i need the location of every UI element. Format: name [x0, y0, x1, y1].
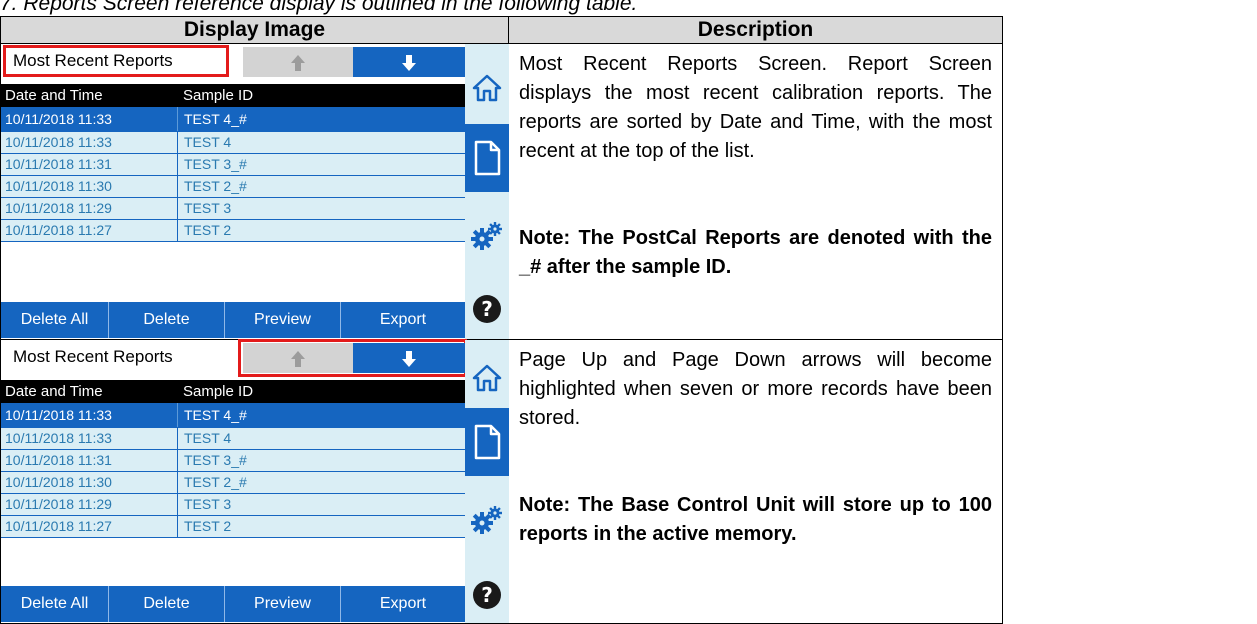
table-row[interactable]: 10/11/2018 11:31 TEST 3_#	[1, 450, 465, 472]
reports-reference-table: Display Image Description Most Recent Re…	[0, 16, 1003, 624]
intro-text: 7. Reports Screen reference display is o…	[0, 0, 638, 15]
table-row[interactable]: 10/11/2018 11:33 TEST 4	[1, 132, 465, 154]
preview-button[interactable]: Preview	[225, 302, 341, 338]
device-screen: Most Recent Reports Date and Time Sample…	[1, 339, 509, 623]
table-row[interactable]: 10/11/2018 11:27 TEST 2	[1, 220, 465, 242]
home-icon	[472, 74, 502, 102]
help-button[interactable]: ?	[465, 570, 509, 620]
action-bar: Delete All Delete Preview Export	[1, 302, 465, 338]
device-screen: Most Recent Reports Date and Time Sample…	[1, 44, 509, 339]
page-down-button[interactable]	[353, 47, 465, 77]
list-header: Date and Time Sample ID	[1, 84, 465, 107]
display-image-cell: Most Recent Reports Date and Time Sample…	[0, 339, 509, 624]
column-date: Date and Time	[5, 87, 103, 104]
help-icon: ?	[473, 295, 501, 323]
description-cell: Page Up and Page Down arrows will become…	[508, 339, 1003, 624]
description-cell: Most Recent Reports Screen. Report Scree…	[508, 43, 1003, 340]
preview-button[interactable]: Preview	[225, 586, 341, 622]
table-row[interactable]: 10/11/2018 11:29 TEST 3	[1, 198, 465, 220]
column-sample-id: Sample ID	[183, 87, 254, 104]
reports-button[interactable]	[465, 408, 509, 476]
description-text: Page Up and Page Down arrows will become…	[519, 349, 992, 429]
table-header-row: Display Image Description	[0, 16, 1003, 44]
table-row[interactable]: 10/11/2018 11:30 TEST 2_#	[1, 176, 465, 198]
document-icon	[474, 424, 501, 460]
column-date: Date and Time	[5, 383, 103, 400]
table-row: Most Recent Reports Date and Time Sample…	[0, 43, 1003, 340]
svg-text:?: ?	[481, 583, 493, 607]
note-text: Note: The Base Control Unit will store u…	[519, 494, 992, 545]
screen-header: Most Recent Reports	[1, 44, 465, 77]
reports-list: Date and Time Sample ID 10/11/2018 11:33…	[1, 380, 465, 538]
gears-icon	[471, 222, 502, 250]
page-up-button[interactable]	[243, 47, 353, 77]
export-button[interactable]: Export	[341, 586, 465, 622]
delete-all-button[interactable]: Delete All	[1, 302, 109, 338]
document-icon	[474, 140, 501, 176]
export-button[interactable]: Export	[341, 302, 465, 338]
screen-header: Most Recent Reports	[1, 339, 467, 377]
table-row[interactable]: 10/11/2018 11:27 TEST 2	[1, 516, 465, 538]
delete-button[interactable]: Delete	[109, 302, 225, 338]
arrow-up-icon	[291, 351, 305, 368]
delete-button[interactable]: Delete	[109, 586, 225, 622]
home-button[interactable]	[465, 346, 509, 410]
action-bar: Delete All Delete Preview Export	[1, 586, 465, 622]
delete-all-button[interactable]: Delete All	[1, 586, 109, 622]
table-row[interactable]: 10/11/2018 11:33 TEST 4_#	[1, 403, 465, 428]
home-button[interactable]	[465, 56, 509, 120]
home-icon	[472, 364, 502, 392]
header-display-image: Display Image	[0, 16, 509, 44]
reports-list: Date and Time Sample ID 10/11/2018 11:33…	[1, 84, 465, 242]
settings-button[interactable]	[465, 488, 509, 552]
screen-title: Most Recent Reports	[3, 45, 229, 77]
column-sample-id: Sample ID	[183, 383, 254, 400]
side-nav: ?	[465, 44, 509, 339]
help-icon: ?	[473, 581, 501, 609]
help-button[interactable]: ?	[465, 284, 509, 334]
table-row[interactable]: 10/11/2018 11:33 TEST 4	[1, 428, 465, 450]
display-image-cell: Most Recent Reports Date and Time Sample…	[0, 43, 509, 340]
reports-button[interactable]	[465, 124, 509, 192]
list-header: Date and Time Sample ID	[1, 380, 465, 403]
settings-button[interactable]	[465, 204, 509, 268]
table-row[interactable]: 10/11/2018 11:31 TEST 3_#	[1, 154, 465, 176]
page-down-button[interactable]	[353, 343, 465, 373]
table-row[interactable]: 10/11/2018 11:33 TEST 4_#	[1, 107, 465, 132]
table-row[interactable]: 10/11/2018 11:29 TEST 3	[1, 494, 465, 516]
note-text: Note: The PostCal Reports are denoted wi…	[519, 227, 992, 278]
svg-text:?: ?	[481, 297, 493, 321]
screen-title: Most Recent Reports	[13, 347, 173, 366]
arrow-down-icon	[402, 351, 416, 368]
side-nav: ?	[465, 340, 509, 623]
gears-icon	[471, 506, 502, 534]
page-up-button[interactable]	[243, 343, 353, 373]
arrow-up-icon	[291, 55, 305, 72]
table-row[interactable]: 10/11/2018 11:30 TEST 2_#	[1, 472, 465, 494]
arrow-down-icon	[402, 55, 416, 72]
table-row: Most Recent Reports Date and Time Sample…	[0, 339, 1003, 624]
header-description: Description	[508, 16, 1003, 44]
description-text: Most Recent Reports Screen. Report Scree…	[519, 53, 992, 162]
